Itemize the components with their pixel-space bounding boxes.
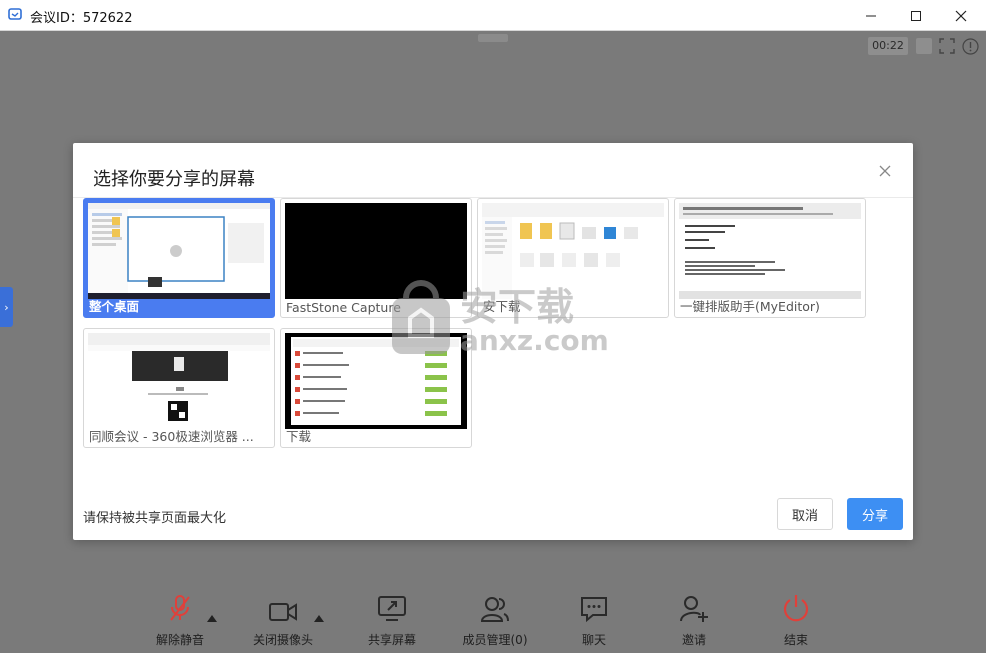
audio-options-caret[interactable]: [207, 615, 217, 622]
dialog-title: 选择你要分享的屏幕: [93, 169, 255, 190]
drag-handle[interactable]: [478, 34, 508, 42]
maximize-icon: [911, 10, 921, 21]
browser-preview: [88, 333, 270, 429]
layout-icon: [916, 38, 932, 54]
invite-label: 邀请: [681, 633, 706, 647]
video-options-caret[interactable]: [314, 615, 324, 622]
side-panel-toggle[interactable]: ›: [0, 287, 13, 327]
app-logo-icon: [8, 8, 22, 20]
info-icon: [961, 37, 979, 55]
screen-option-label: 整个桌面: [89, 299, 140, 314]
watermark-bag-icon: [392, 280, 450, 354]
camera-off-button[interactable]: 关闭摄像头: [248, 591, 318, 653]
unmute-button[interactable]: 解除静音: [150, 591, 210, 653]
watermark-text: 安下载: [460, 285, 575, 329]
members-icon: [480, 597, 509, 622]
screen-option-myeditor[interactable]: 一键排版助手(MyEditor): [674, 198, 866, 318]
dialog-hint: 请保持被共享页面最大化: [83, 511, 227, 526]
share-button[interactable]: 分享: [847, 498, 903, 530]
chat-label: 聊天: [581, 633, 606, 647]
window-title: 会议ID：572622: [30, 11, 133, 26]
minimize-button[interactable]: [852, 0, 890, 31]
maximize-button[interactable]: [897, 0, 935, 31]
camera-icon: [269, 603, 297, 621]
camera-off-label: 关闭摄像头: [252, 633, 313, 647]
desktop-preview: [88, 203, 270, 299]
layout-button[interactable]: [915, 37, 933, 55]
end-meeting-label: 结束: [783, 633, 808, 647]
close-button[interactable]: [942, 0, 980, 31]
invite-icon: [680, 596, 708, 622]
end-meeting-button[interactable]: 结束: [768, 591, 824, 653]
share-screen-button[interactable]: 共享屏幕: [362, 591, 422, 653]
members-label: 成员管理(0): [462, 633, 528, 647]
screen-option-browser[interactable]: 同顺会议 - 360极速浏览器 ...: [83, 328, 275, 448]
screen-option-desktop[interactable]: 整个桌面: [83, 198, 275, 318]
cancel-button[interactable]: 取消: [777, 498, 833, 530]
unmute-label: 解除静音: [155, 633, 204, 647]
screen-option-label: 同顺会议 - 360极速浏览器 ...: [89, 429, 254, 444]
meeting-timer: 00:22: [868, 37, 908, 55]
mic-muted-icon: [170, 595, 190, 621]
myeditor-preview: [679, 203, 861, 299]
members-button[interactable]: 成员管理(0): [460, 591, 530, 653]
share-screen-label: 共享屏幕: [367, 633, 416, 647]
watermark-subtext: anxz.com: [460, 324, 609, 357]
info-button[interactable]: [961, 37, 979, 55]
chevron-right-icon: ›: [4, 300, 9, 314]
watermark: 安下载 anxz.com: [386, 276, 609, 366]
screen-option-label: 下载: [286, 429, 312, 444]
share-screen-icon: [378, 596, 406, 621]
chat-button[interactable]: 聊天: [566, 591, 622, 653]
title-bar: 会议ID：572622: [0, 0, 986, 31]
dialog-close-icon[interactable]: [877, 163, 893, 179]
screen-option-label: 一键排版助手(MyEditor): [680, 299, 820, 314]
invite-button[interactable]: 邀请: [666, 591, 722, 653]
minimize-icon: [866, 15, 876, 16]
meeting-toolbar: 解除静音 关闭摄像头 共享屏幕 成员管理(0) 聊天 邀请 结束: [0, 591, 986, 653]
chat-icon: [581, 597, 607, 623]
close-icon: [955, 10, 967, 21]
fullscreen-icon: [939, 38, 955, 54]
fullscreen-button[interactable]: [938, 37, 956, 55]
power-icon: [783, 595, 809, 622]
